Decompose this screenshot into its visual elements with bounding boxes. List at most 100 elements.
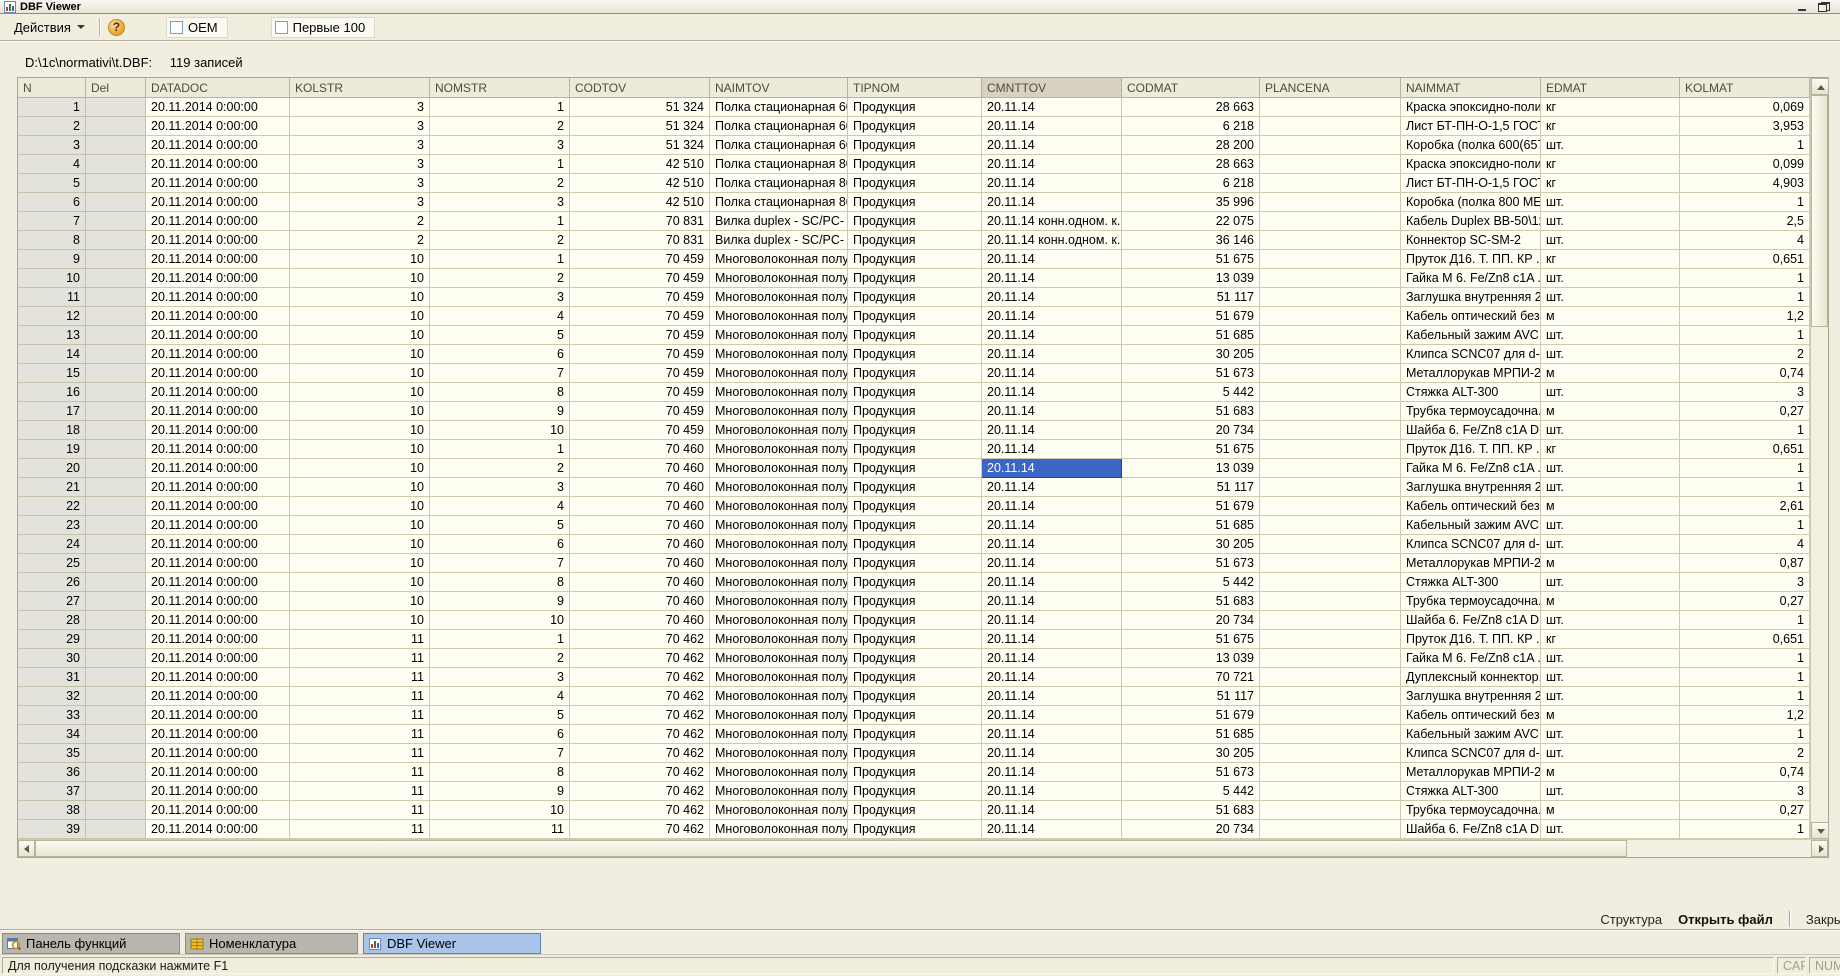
cell-del[interactable]	[86, 326, 146, 345]
cell-codtov[interactable]: 70 460	[570, 459, 710, 478]
cell-n[interactable]: 1	[18, 98, 86, 117]
cell-edmat[interactable]: шт.	[1541, 136, 1680, 155]
cell-tipnom[interactable]: Продукция	[848, 459, 982, 478]
cell-kolstr[interactable]: 10	[290, 478, 430, 497]
cell-kolmat[interactable]: 1	[1680, 516, 1810, 535]
cell-tipnom[interactable]: Продукция	[848, 288, 982, 307]
oem-checkbox-box[interactable]	[170, 21, 183, 34]
cell-kolmat[interactable]: 1	[1680, 136, 1810, 155]
cell-kolstr[interactable]: 3	[290, 174, 430, 193]
cell-del[interactable]	[86, 212, 146, 231]
cell-naimmat[interactable]: Стяжка ALT-300	[1401, 573, 1541, 592]
cell-naimmat[interactable]: Заглушка внутренняя 2...	[1401, 478, 1541, 497]
cell-naimtov[interactable]: Многоволоконная полу...	[710, 725, 848, 744]
cell-naimtov[interactable]: Многоволоконная полу...	[710, 345, 848, 364]
cell-codmat[interactable]: 51 675	[1122, 440, 1260, 459]
cell-codmat[interactable]: 51 683	[1122, 402, 1260, 421]
cell-codtov[interactable]: 70 462	[570, 763, 710, 782]
cell-naimmat[interactable]: Металлорукав МРПИ-2...	[1401, 554, 1541, 573]
cell-codtov[interactable]: 70 831	[570, 212, 710, 231]
cell-codmat[interactable]: 51 673	[1122, 364, 1260, 383]
vertical-scrollbar[interactable]	[1810, 78, 1828, 839]
cell-kolstr[interactable]: 11	[290, 725, 430, 744]
cell-cmnttov[interactable]: 20.11.14	[982, 516, 1122, 535]
column-header-tipnom[interactable]: TIPNOM	[848, 78, 982, 98]
cell-codmat[interactable]: 51 685	[1122, 326, 1260, 345]
cell-datadoc[interactable]: 20.11.2014 0:00:00	[146, 459, 290, 478]
help-button[interactable]: ?	[108, 19, 125, 36]
cell-kolmat[interactable]: 1	[1680, 326, 1810, 345]
cell-kolstr[interactable]: 10	[290, 307, 430, 326]
cell-tipnom[interactable]: Продукция	[848, 592, 982, 611]
cell-nomstr[interactable]: 1	[430, 98, 570, 117]
cell-codmat[interactable]: 20 734	[1122, 820, 1260, 839]
cell-naimmat[interactable]: Пруток Д16. Т. ПП. КР ...	[1401, 440, 1541, 459]
minimize-button[interactable]	[1797, 2, 1809, 12]
cell-kolstr[interactable]: 10	[290, 288, 430, 307]
cell-kolmat[interactable]: 0,27	[1680, 592, 1810, 611]
cell-n[interactable]: 34	[18, 725, 86, 744]
cell-nomstr[interactable]: 3	[430, 288, 570, 307]
cell-del[interactable]	[86, 516, 146, 535]
cell-cmnttov[interactable]: 20.11.14	[982, 478, 1122, 497]
cell-edmat[interactable]: шт.	[1541, 782, 1680, 801]
tab-nomenclature[interactable]: Номенклатура	[185, 933, 358, 954]
cell-n[interactable]: 33	[18, 706, 86, 725]
cell-n[interactable]: 29	[18, 630, 86, 649]
cell-naimtov[interactable]: Многоволоконная полу...	[710, 288, 848, 307]
cell-cmnttov[interactable]: 20.11.14	[982, 136, 1122, 155]
cell-naimmat[interactable]: Дуплексный коннектор...	[1401, 668, 1541, 687]
cell-naimtov[interactable]: Полка стационарная 60...	[710, 136, 848, 155]
cell-datadoc[interactable]: 20.11.2014 0:00:00	[146, 744, 290, 763]
first100-checkbox[interactable]: Первые 100	[271, 17, 376, 38]
column-header-datadoc[interactable]: DATADOC	[146, 78, 290, 98]
cell-plancena[interactable]	[1260, 535, 1401, 554]
cell-edmat[interactable]: м	[1541, 592, 1680, 611]
cell-del[interactable]	[86, 345, 146, 364]
cell-plancena[interactable]	[1260, 269, 1401, 288]
cell-naimtov[interactable]: Многоволоконная полу...	[710, 687, 848, 706]
cell-kolmat[interactable]: 3	[1680, 782, 1810, 801]
cell-kolstr[interactable]: 10	[290, 592, 430, 611]
cell-plancena[interactable]	[1260, 630, 1401, 649]
cell-datadoc[interactable]: 20.11.2014 0:00:00	[146, 611, 290, 630]
cell-edmat[interactable]: м	[1541, 307, 1680, 326]
cell-codmat[interactable]: 51 117	[1122, 687, 1260, 706]
cell-datadoc[interactable]: 20.11.2014 0:00:00	[146, 212, 290, 231]
cell-naimmat[interactable]: Кабельный зажим AVC ...	[1401, 326, 1541, 345]
cell-edmat[interactable]: м	[1541, 763, 1680, 782]
cell-tipnom[interactable]: Продукция	[848, 725, 982, 744]
cell-plancena[interactable]	[1260, 193, 1401, 212]
cell-kolmat[interactable]: 0,27	[1680, 801, 1810, 820]
cell-datadoc[interactable]: 20.11.2014 0:00:00	[146, 174, 290, 193]
cell-codtov[interactable]: 70 459	[570, 345, 710, 364]
cell-del[interactable]	[86, 440, 146, 459]
cell-tipnom[interactable]: Продукция	[848, 573, 982, 592]
cell-naimmat[interactable]: Заглушка внутренняя 2...	[1401, 687, 1541, 706]
cell-n[interactable]: 27	[18, 592, 86, 611]
cell-codmat[interactable]: 51 117	[1122, 288, 1260, 307]
cell-del[interactable]	[86, 497, 146, 516]
cell-codtov[interactable]: 70 462	[570, 630, 710, 649]
cell-codmat[interactable]: 13 039	[1122, 649, 1260, 668]
cell-plancena[interactable]	[1260, 307, 1401, 326]
cell-naimtov[interactable]: Многоволоконная полу...	[710, 383, 848, 402]
cell-datadoc[interactable]: 20.11.2014 0:00:00	[146, 98, 290, 117]
cell-codtov[interactable]: 70 460	[570, 535, 710, 554]
cell-tipnom[interactable]: Продукция	[848, 155, 982, 174]
cell-edmat[interactable]: шт.	[1541, 212, 1680, 231]
cell-datadoc[interactable]: 20.11.2014 0:00:00	[146, 592, 290, 611]
restore-button[interactable]	[1818, 2, 1830, 12]
cell-cmnttov[interactable]: 20.11.14	[982, 649, 1122, 668]
cell-tipnom[interactable]: Продукция	[848, 820, 982, 839]
close-button[interactable]: Закрыть	[1806, 912, 1840, 927]
cell-n[interactable]: 21	[18, 478, 86, 497]
cell-edmat[interactable]: м	[1541, 801, 1680, 820]
cell-cmnttov[interactable]: 20.11.14	[982, 611, 1122, 630]
cell-del[interactable]	[86, 307, 146, 326]
cell-nomstr[interactable]: 2	[430, 459, 570, 478]
cell-codtov[interactable]: 70 460	[570, 516, 710, 535]
cell-codmat[interactable]: 70 721	[1122, 668, 1260, 687]
cell-datadoc[interactable]: 20.11.2014 0:00:00	[146, 231, 290, 250]
cell-cmnttov[interactable]: 20.11.14	[982, 687, 1122, 706]
